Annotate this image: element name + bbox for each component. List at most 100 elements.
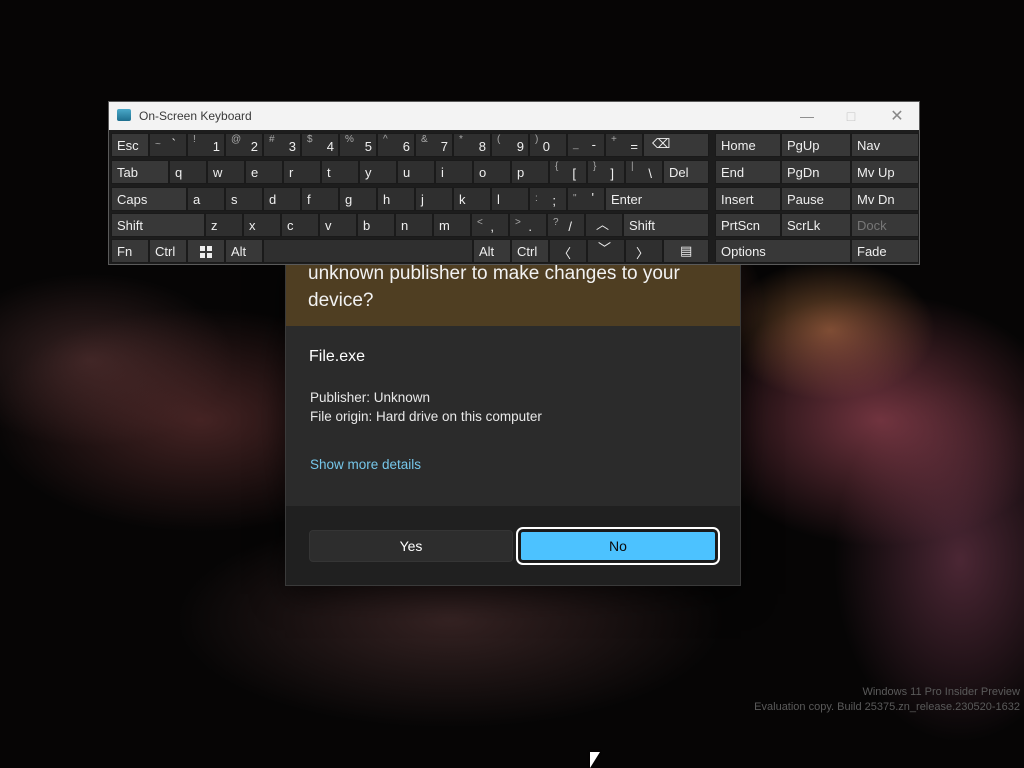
maximize-button[interactable]: □ xyxy=(829,106,873,126)
uac-body: File.exe Publisher: Unknown File origin:… xyxy=(286,326,740,506)
key-scrlk[interactable]: ScrLk xyxy=(781,213,851,237)
key-menu[interactable]: ▤ xyxy=(663,239,709,263)
key-esc[interactable]: Esc xyxy=(111,133,149,157)
key-up-arrow[interactable]: ︿ xyxy=(585,213,623,237)
key-backslash[interactable]: | \ xyxy=(625,160,663,184)
key-windows[interactable] xyxy=(187,239,225,263)
key-fade[interactable]: Fade xyxy=(851,239,919,263)
key-h[interactable]: h xyxy=(377,187,415,211)
uac-footer: Yes No xyxy=(286,506,740,585)
key-mv-dn[interactable]: Mv Dn xyxy=(851,187,919,211)
key-z[interactable]: z xyxy=(205,213,243,237)
key-down-arrow[interactable]: ﹀ xyxy=(587,239,625,263)
key-quote[interactable]: " ' xyxy=(567,187,605,211)
key-6[interactable]: ^ 6 xyxy=(377,133,415,157)
key-7[interactable]: & 7 xyxy=(415,133,453,157)
key-q[interactable]: q xyxy=(169,160,207,184)
key-fn[interactable]: Fn xyxy=(111,239,149,263)
key-semicolon[interactable]: :; xyxy=(529,187,567,211)
key-left-alt[interactable]: Alt xyxy=(225,239,263,263)
key-left-arrow[interactable]: 〈 xyxy=(549,239,587,263)
key-r[interactable]: r xyxy=(283,160,321,184)
key-1[interactable]: ! 1 xyxy=(187,133,225,157)
chevron-right-icon: 〉 xyxy=(636,246,650,261)
key-right-arrow[interactable]: 〉 xyxy=(625,239,663,263)
key-comma[interactable]: <, xyxy=(471,213,509,237)
key-y[interactable]: y xyxy=(359,160,397,184)
key-9[interactable]: (9 xyxy=(491,133,529,157)
key-i[interactable]: i xyxy=(435,160,473,184)
key-2[interactable]: @2 xyxy=(225,133,263,157)
chevron-down-icon: ﹀ xyxy=(598,241,612,256)
key-right-alt[interactable]: Alt xyxy=(473,239,511,263)
key-right-shift[interactable]: Shift xyxy=(623,213,709,237)
key-m[interactable]: m xyxy=(433,213,471,237)
key-end[interactable]: End xyxy=(715,160,781,184)
key-4[interactable]: $4 xyxy=(301,133,339,157)
key-caps[interactable]: Caps xyxy=(111,187,187,211)
chevron-up-icon: ︿ xyxy=(596,217,610,232)
key-5[interactable]: % 5 xyxy=(339,133,377,157)
key-backtick[interactable]: ~ ` xyxy=(149,133,187,157)
key-c[interactable]: c xyxy=(281,213,319,237)
key-nav[interactable]: Nav xyxy=(851,133,919,157)
uac-question: unknown publisher to make changes to you… xyxy=(308,263,680,311)
key-space[interactable] xyxy=(263,239,473,263)
show-more-details-link[interactable]: Show more details xyxy=(310,457,421,472)
no-button[interactable]: No xyxy=(516,527,720,565)
key-w[interactable]: w xyxy=(207,160,245,184)
key-8[interactable]: * 8 xyxy=(453,133,491,157)
key-o[interactable]: o xyxy=(473,160,511,184)
key-g[interactable]: g xyxy=(339,187,377,211)
key-l[interactable]: l xyxy=(491,187,529,211)
key-right-bracket[interactable]: }] xyxy=(587,160,625,184)
key-minus[interactable]: _ - xyxy=(567,133,605,157)
key-pgdn[interactable]: PgDn xyxy=(781,160,851,184)
windows-logo-icon xyxy=(200,246,212,258)
key-options[interactable]: Options xyxy=(715,239,851,263)
key-s[interactable]: s xyxy=(225,187,263,211)
close-button[interactable]: ✕ xyxy=(875,106,919,126)
key-period[interactable]: >. xyxy=(509,213,547,237)
key-u[interactable]: u xyxy=(397,160,435,184)
uac-filename: File.exe xyxy=(309,348,366,365)
key-x[interactable]: x xyxy=(243,213,281,237)
key-v[interactable]: v xyxy=(319,213,357,237)
key-prtscn[interactable]: PrtScn xyxy=(715,213,781,237)
key-t[interactable]: t xyxy=(321,160,359,184)
key-a[interactable]: a xyxy=(187,187,225,211)
key-right-ctrl[interactable]: Ctrl xyxy=(511,239,549,263)
key-e[interactable]: e xyxy=(245,160,283,184)
osk-title: On-Screen Keyboard xyxy=(139,109,252,123)
key-backspace[interactable]: ⌫ xyxy=(643,133,709,157)
key-n[interactable]: n xyxy=(395,213,433,237)
key-left-shift[interactable]: Shift xyxy=(111,213,205,237)
chevron-left-icon: 〈 xyxy=(558,246,572,261)
key-equals[interactable]: + = xyxy=(605,133,643,157)
osk-keys: Esc ~ ` ! 1 @2 #3 $4 % 5 ^ 6 & 7 * 8 (9 ) 0 _ - … xyxy=(109,130,919,264)
yes-button[interactable]: Yes xyxy=(309,530,513,562)
uac-publisher: Publisher: Unknown xyxy=(310,390,431,405)
key-tab[interactable]: Tab xyxy=(111,160,169,184)
key-p[interactable]: p xyxy=(511,160,549,184)
key-f[interactable]: f xyxy=(301,187,339,211)
key-delete[interactable]: Del xyxy=(663,160,709,184)
minimize-button[interactable]: — xyxy=(785,106,829,126)
key-slash[interactable]: ? / xyxy=(547,213,585,237)
key-k[interactable]: k xyxy=(453,187,491,211)
key-left-bracket[interactable]: {[ xyxy=(549,160,587,184)
keyboard-icon xyxy=(117,109,131,121)
key-b[interactable]: b xyxy=(357,213,395,237)
key-enter[interactable]: Enter xyxy=(605,187,709,211)
key-left-ctrl[interactable]: Ctrl xyxy=(149,239,187,263)
osk-title-bar[interactable]: On-Screen Keyboard — □ ✕ xyxy=(109,102,919,130)
key-pause[interactable]: Pause xyxy=(781,187,851,211)
key-mv-up[interactable]: Mv Up xyxy=(851,160,919,184)
key-d[interactable]: d xyxy=(263,187,301,211)
key-3[interactable]: #3 xyxy=(263,133,301,157)
key-home[interactable]: Home xyxy=(715,133,781,157)
key-pgup[interactable]: PgUp xyxy=(781,133,851,157)
key-0[interactable]: ) 0 xyxy=(529,133,567,157)
key-insert[interactable]: Insert xyxy=(715,187,781,211)
key-j[interactable]: j xyxy=(415,187,453,211)
